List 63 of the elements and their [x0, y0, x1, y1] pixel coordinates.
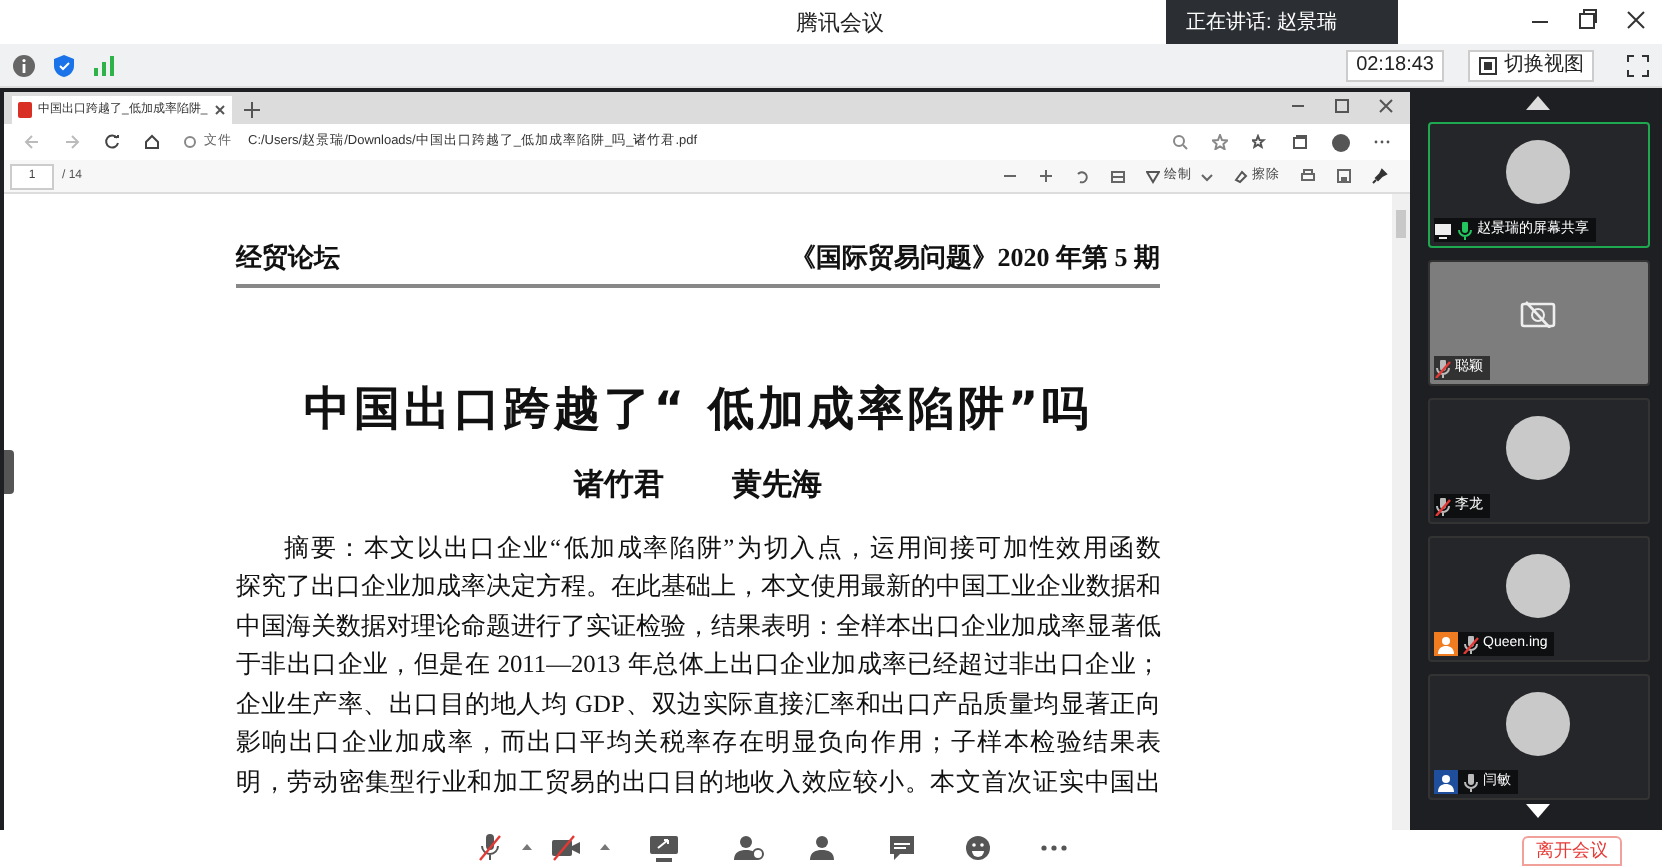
caret-icon[interactable]: [520, 840, 534, 854]
smiley-icon[interactable]: [964, 834, 992, 862]
rotate-icon[interactable]: [1074, 168, 1090, 184]
collections-icon[interactable]: [1292, 134, 1308, 150]
scroll-up-icon[interactable]: [1526, 96, 1550, 110]
restore-icon[interactable]: [1578, 6, 1598, 34]
avatar-placeholder: [1506, 139, 1570, 203]
fit-page-icon[interactable]: [1110, 168, 1126, 184]
close-icon[interactable]: [1378, 98, 1394, 114]
add-user-icon[interactable]: [732, 834, 764, 862]
author-name: 黄先海: [732, 466, 822, 506]
avatar-placeholder: [1506, 553, 1570, 617]
plus-icon[interactable]: [244, 102, 260, 118]
app-title: 腾讯会议: [796, 10, 884, 40]
screen-share-icon[interactable]: [648, 834, 680, 862]
abstract-line: 企业生产率、出口目的地人均 GDP、双边实际直接汇率和出口产品质量均显著正向: [236, 687, 1160, 721]
avatar-placeholder: [1506, 691, 1570, 755]
chat-icon[interactable]: [888, 834, 916, 862]
camera-off-icon[interactable]: [550, 834, 582, 862]
abstract-line: 摘要：本文以出口企业“低加成率陷阱”为切入点，运用间接可加性效用函数: [284, 531, 1160, 565]
star-icon[interactable]: [1212, 134, 1228, 150]
article-title: 中国出口跨越了“ 低加成率陷阱”吗: [301, 381, 1095, 439]
abstract-line: 明，劳动密集型行业和加工贸易的出口目的地收入效应较小。本文首次证实中国出: [236, 765, 1160, 799]
abstract-line: 探究了出口企业加成率决定方程。在此基础上，本文使用最新的中国工业企业数据和: [236, 570, 1160, 604]
profile-avatar[interactable]: [1332, 133, 1350, 151]
favorites-icon[interactable]: [1252, 134, 1268, 150]
journal-issue: 《国际贸易问题》2020 年第 5 期: [789, 240, 1160, 276]
close-icon[interactable]: [1626, 6, 1646, 34]
info-icon: [184, 136, 196, 148]
close-icon[interactable]: [214, 104, 226, 116]
camera-off-icon: [1520, 299, 1556, 327]
eraser-icon: [1234, 169, 1248, 183]
pdf-file-icon: [18, 102, 32, 118]
print-icon[interactable]: [1300, 168, 1316, 184]
restore-icon[interactable]: [1334, 98, 1350, 114]
reload-icon[interactable]: [104, 134, 120, 150]
caret-icon[interactable]: [1200, 169, 1214, 183]
zoom-icon[interactable]: [1172, 134, 1188, 150]
abstract-line: 于非出口企业，但是在 2011—2013 年总体上出口企业加成率已经超过非出口企业；: [236, 648, 1160, 682]
info-icon: [12, 53, 36, 77]
pin-icon[interactable]: [1372, 168, 1388, 184]
muted-microphone-icon[interactable]: [476, 834, 504, 862]
signal-icon: [92, 53, 116, 77]
save-icon[interactable]: [1336, 168, 1352, 184]
meeting-timer: 02:18:43: [1346, 49, 1444, 81]
section-label: 经贸论坛: [236, 240, 340, 276]
avatar-placeholder: [1506, 415, 1570, 479]
fullscreen-icon[interactable]: [1626, 53, 1650, 77]
scroll-down-icon[interactable]: [1526, 804, 1550, 818]
abstract-line: 中国海关数据对理论命题进行了实证检验，结果表明：全样本出口企业加成率显著低: [236, 609, 1160, 643]
zoom-in-icon[interactable]: [1038, 168, 1054, 184]
home-icon[interactable]: [144, 134, 160, 150]
shield-icon: [52, 53, 76, 77]
panel-expand-handle[interactable]: [4, 450, 14, 494]
caret-icon[interactable]: [598, 840, 612, 854]
filter-icon: [1146, 169, 1160, 183]
window-icon: [1478, 55, 1498, 75]
author-name: 诸竹君: [574, 466, 664, 506]
abstract-line: 影响出口企业加成率，而出口平均关税率存在明显负向作用；子样本检验结果表: [236, 726, 1160, 760]
leave-meeting-button[interactable]: 离开会议: [1522, 836, 1622, 866]
user-icon[interactable]: [808, 834, 836, 862]
speaking-indicator: 正在讲话: 赵景瑞: [1166, 0, 1398, 44]
switch-view-button[interactable]: 切换视图: [1468, 49, 1594, 81]
